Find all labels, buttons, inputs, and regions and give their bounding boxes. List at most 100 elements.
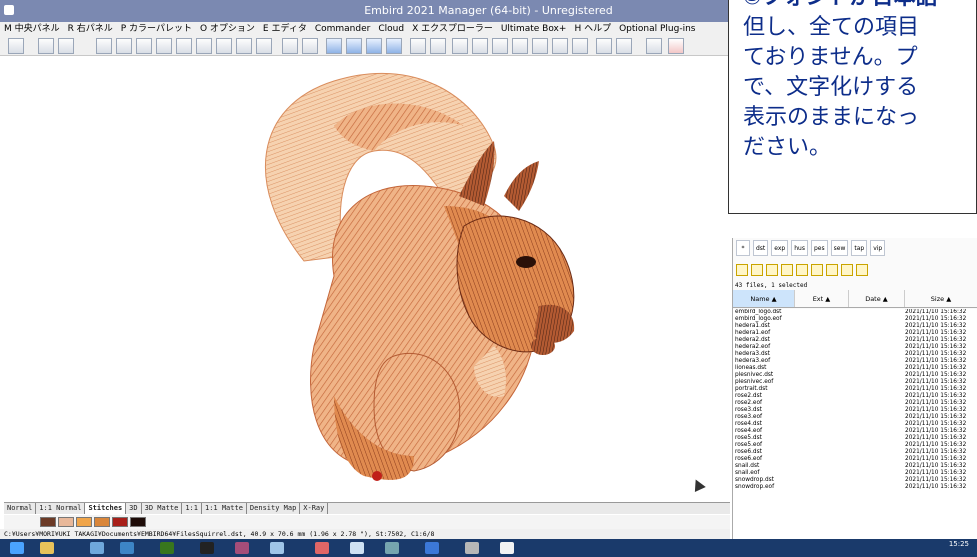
file-row[interactable]: rose6.eof 2021/11/10 15:16:32: [733, 456, 977, 463]
app-icon[interactable]: [235, 542, 249, 554]
menu-item[interactable]: R 右パネル: [64, 22, 117, 36]
menu-item[interactable]: H ヘルプ: [570, 22, 615, 36]
menu-item[interactable]: P カラーパレット: [117, 22, 196, 36]
filter-format-button[interactable]: vip: [870, 240, 886, 256]
open-icon[interactable]: [96, 38, 112, 54]
cut-icon[interactable]: [282, 38, 298, 54]
tab-view-mode[interactable]: 3D Matte: [142, 503, 183, 514]
refresh-icon[interactable]: [841, 264, 853, 276]
app-icon[interactable]: [90, 542, 104, 554]
app-icon[interactable]: [465, 542, 479, 554]
paste-icon[interactable]: [781, 264, 793, 276]
record-icon[interactable]: [668, 38, 684, 54]
tab-view-mode[interactable]: 1:1: [182, 503, 202, 514]
realistic-view-icon[interactable]: [386, 38, 402, 54]
print-icon[interactable]: [196, 38, 212, 54]
app-icon[interactable]: [315, 542, 329, 554]
save-icon[interactable]: [236, 38, 252, 54]
stitch-mode-icon[interactable]: [8, 38, 24, 54]
file-row[interactable]: rose5.eof 2021/11/10 15:16:32: [733, 442, 977, 449]
file-row[interactable]: hedera1.eof 2021/11/10 15:16:32: [733, 330, 977, 337]
file-row[interactable]: snail.dst 2021/11/10 15:16:32: [733, 463, 977, 470]
text-icon[interactable]: [552, 38, 568, 54]
app-icon[interactable]: [200, 542, 214, 554]
app-icon[interactable]: [500, 542, 514, 554]
color-swatch[interactable]: [112, 517, 128, 527]
split-icon[interactable]: [136, 38, 152, 54]
tab-view-mode[interactable]: Density Map: [247, 503, 301, 514]
text-icon[interactable]: [532, 38, 548, 54]
tab-view-mode[interactable]: Normal: [4, 503, 37, 514]
properties-icon[interactable]: [826, 264, 838, 276]
filter-format-button[interactable]: tap: [851, 240, 868, 256]
zoom-fit-icon[interactable]: [326, 38, 342, 54]
file-explorer-icon[interactable]: [40, 542, 54, 554]
tab-view-mode[interactable]: X-Ray: [300, 503, 329, 514]
file-row[interactable]: hedera2.dst 2021/11/10 15:16:32: [733, 337, 977, 344]
file-row[interactable]: rose3.eof 2021/11/10 15:16:32: [733, 414, 977, 421]
menu-item[interactable]: Optional Plug-ins: [615, 22, 699, 36]
tab-view-mode[interactable]: 3D: [126, 503, 142, 514]
filter-format-button[interactable]: hus: [791, 240, 808, 256]
app-icon[interactable]: [270, 542, 284, 554]
column-header-ext[interactable]: Ext ▲: [795, 290, 849, 307]
file-row[interactable]: plesnivec.eof 2021/11/10 15:16:32: [733, 379, 977, 386]
3d-icon[interactable]: [366, 38, 382, 54]
file-row[interactable]: rose4.dst 2021/11/10 15:16:32: [733, 421, 977, 428]
file-row[interactable]: hedera3.dst 2021/11/10 15:16:32: [733, 351, 977, 358]
grid-view-icon[interactable]: [856, 264, 868, 276]
file-row[interactable]: snail.eof 2021/11/10 15:16:32: [733, 470, 977, 477]
hoop-icon[interactable]: [472, 38, 488, 54]
file-row[interactable]: hedera2.eof 2021/11/10 15:16:32: [733, 344, 977, 351]
menu-item[interactable]: X エクスプローラー: [408, 22, 497, 36]
open-file-icon[interactable]: [736, 264, 748, 276]
file-row[interactable]: hedera1.dst 2021/11/10 15:16:32: [733, 323, 977, 330]
color-swatch[interactable]: [76, 517, 92, 527]
tool-icon[interactable]: [38, 38, 54, 54]
menu-item[interactable]: Commander: [311, 22, 375, 36]
measure-icon[interactable]: [430, 38, 446, 54]
save-as-icon[interactable]: [256, 38, 272, 54]
file-row[interactable]: rose3.dst 2021/11/10 15:16:32: [733, 407, 977, 414]
tool-icon[interactable]: [156, 38, 172, 54]
tool-icon[interactable]: [58, 38, 74, 54]
filter-format-button[interactable]: sew: [830, 240, 849, 256]
text-icon[interactable]: [572, 38, 588, 54]
menu-item[interactable]: Ultimate Box+: [497, 22, 571, 36]
column-header-size[interactable]: Size ▲: [905, 290, 977, 307]
design-canvas[interactable]: [4, 56, 730, 502]
file-row[interactable]: snowdrop.eof 2021/11/10 15:16:32: [733, 484, 977, 491]
start-button-icon[interactable]: [10, 542, 24, 554]
file-row[interactable]: hedera3.eof 2021/11/10 15:16:32: [733, 358, 977, 365]
file-row[interactable]: rose4.eof 2021/11/10 15:16:32: [733, 428, 977, 435]
app-icon[interactable]: [425, 542, 439, 554]
column-header-date[interactable]: Date ▲: [849, 290, 905, 307]
edge-browser-icon[interactable]: [120, 542, 134, 554]
filter-format-button[interactable]: exp: [771, 240, 789, 256]
file-row[interactable]: rose2.eof 2021/11/10 15:16:32: [733, 400, 977, 407]
file-row[interactable]: rose2.dst 2021/11/10 15:16:32: [733, 393, 977, 400]
app-icon[interactable]: [160, 542, 174, 554]
color-swatch[interactable]: [94, 517, 110, 527]
color-swatch[interactable]: [58, 517, 74, 527]
file-row[interactable]: lioneas.dst 2021/11/10 15:16:32: [733, 365, 977, 372]
menu-item[interactable]: Cloud: [374, 22, 408, 36]
filter-all-button[interactable]: *: [736, 240, 750, 256]
column-header-name[interactable]: Name ▲: [733, 290, 795, 307]
tab-view-mode[interactable]: Stitches: [85, 503, 127, 514]
font-icon[interactable]: [646, 38, 662, 54]
ruler-icon[interactable]: [410, 38, 426, 54]
settings-icon[interactable]: [512, 38, 528, 54]
rename-icon[interactable]: [811, 264, 823, 276]
menu-item[interactable]: E エディタ: [259, 22, 311, 36]
app-icon[interactable]: [350, 542, 364, 554]
tool-icon[interactable]: [492, 38, 508, 54]
file-row[interactable]: rose6.dst 2021/11/10 15:16:32: [733, 449, 977, 456]
file-row[interactable]: snowdrop.dst 2021/11/10 15:16:32: [733, 477, 977, 484]
monitor-icon[interactable]: [346, 38, 362, 54]
copy-icon[interactable]: [766, 264, 778, 276]
tab-view-mode[interactable]: 1:1 Normal: [36, 503, 86, 514]
color-swatch[interactable]: [40, 517, 56, 527]
color-icon[interactable]: [452, 38, 468, 54]
color-swatch[interactable]: [130, 517, 146, 527]
